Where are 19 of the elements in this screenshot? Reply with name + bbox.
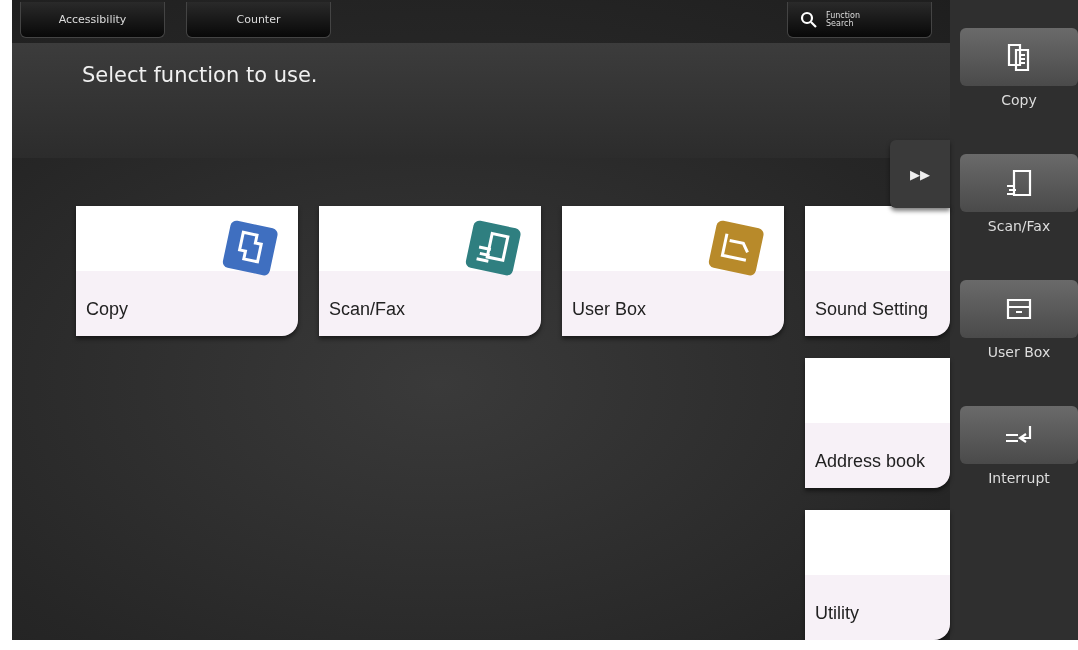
side-button-label: Scan/Fax	[987, 217, 1051, 236]
function-tile[interactable]: Scan/Fax	[319, 206, 541, 336]
side-button-label: Copy	[1001, 91, 1037, 110]
top-button[interactable]: Accessibility	[20, 2, 165, 38]
expand-tab[interactable]: ▶▶	[890, 140, 950, 208]
function-tile[interactable]: Sound Setting	[805, 206, 950, 336]
top-button[interactable]: Counter	[186, 2, 331, 38]
function-tile[interactable]: User Box	[562, 206, 784, 336]
side-button-label: User Box	[987, 343, 1051, 362]
side-button-label: Interrupt	[988, 469, 1050, 488]
function-search-button[interactable]: Function Search	[787, 2, 932, 38]
function-tile[interactable]: Copy	[76, 206, 298, 336]
side-button[interactable]	[960, 154, 1078, 212]
function-tile[interactable]: Utility	[805, 510, 950, 640]
search-icon	[800, 10, 818, 29]
function-tile[interactable]: Address book	[805, 358, 950, 488]
side-button[interactable]	[960, 28, 1078, 86]
instruction-text: Select function to use.	[82, 63, 318, 88]
side-button[interactable]	[960, 280, 1078, 338]
